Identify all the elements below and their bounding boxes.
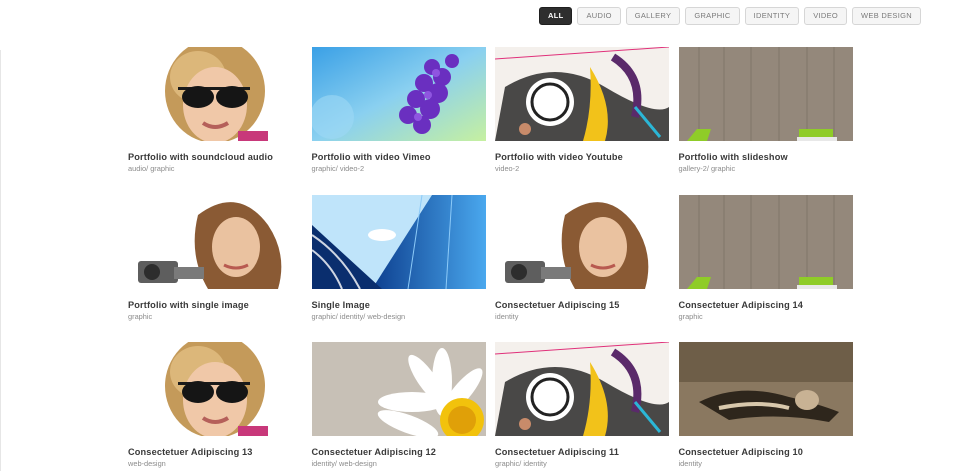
- portfolio-item-title[interactable]: Single Image: [312, 300, 486, 310]
- wood-wall-chairs-photo[interactable]: [678, 194, 853, 289]
- portfolio-item[interactable]: Portfolio with video Youtube video-2: [495, 47, 669, 195]
- portfolio-item-title[interactable]: Consectetuer Adipiscing 15: [495, 300, 669, 310]
- filter-audio-button[interactable]: AUDIO: [577, 7, 621, 25]
- filter-web-design-button[interactable]: WEB DESIGN: [852, 7, 921, 25]
- portfolio-item-categories: identity/ web-design: [311, 459, 377, 468]
- portfolio-item-title[interactable]: Consectetuer Adipiscing 10: [679, 447, 853, 457]
- portfolio-item-title[interactable]: Consectetuer Adipiscing 14: [679, 300, 853, 310]
- woman-sunglasses-photo[interactable]: [128, 342, 302, 436]
- daisy-photo[interactable]: [311, 342, 486, 436]
- portfolio-item-title[interactable]: Portfolio with soundcloud audio: [128, 152, 302, 162]
- portfolio-item-categories: graphic/ identity: [495, 459, 547, 468]
- portfolio-item[interactable]: Portfolio with single image graphic: [128, 194, 302, 343]
- glass-building-photo[interactable]: [311, 194, 486, 289]
- portfolio-item-title[interactable]: Portfolio with video Vimeo: [312, 152, 486, 162]
- portfolio-item[interactable]: Consectetuer Adipiscing 15 identity: [495, 194, 669, 343]
- abstract-collage-art[interactable]: [495, 342, 669, 436]
- portfolio-item-categories: graphic: [678, 311, 703, 321]
- portfolio-item-categories: web-design: [128, 459, 166, 468]
- portfolio-item[interactable]: Single Image graphic/ identity/ web-desig…: [311, 194, 486, 343]
- abstract-collage-art[interactable]: [495, 47, 669, 141]
- portfolio-item-categories: identity: [495, 311, 519, 321]
- portfolio-item-title[interactable]: Consectetuer Adipiscing 13: [128, 447, 302, 457]
- page-left-border: [0, 50, 1, 471]
- portfolio-item-title[interactable]: Consectetuer Adipiscing 11: [495, 447, 669, 457]
- wood-wall-chairs-photo[interactable]: [678, 47, 853, 141]
- portfolio-item[interactable]: Portfolio with soundcloud audio audio/ gr…: [128, 47, 302, 195]
- portfolio-item-categories: graphic/ video-2: [311, 164, 365, 173]
- portfolio-item[interactable]: Consectetuer Adipiscing 11 graphic/ ident…: [495, 342, 669, 471]
- purple-flowers-photo[interactable]: [311, 47, 486, 141]
- portfolio-item[interactable]: Consectetuer Adipiscing 12 identity/ web-…: [311, 342, 486, 471]
- portfolio-item-title[interactable]: Portfolio with video Youtube: [495, 152, 669, 162]
- portfolio-item-title[interactable]: Portfolio with slideshow: [679, 152, 853, 162]
- portfolio-item-categories: video-2: [495, 164, 520, 173]
- woman-sunglasses-photo[interactable]: [128, 47, 302, 141]
- portfolio-grid: Portfolio with soundcloud audio audio/ gr…: [128, 47, 853, 471]
- portfolio-item[interactable]: Consectetuer Adipiscing 13 web-design: [128, 342, 302, 471]
- woman-camera-photo[interactable]: [128, 194, 302, 289]
- portfolio-item-title[interactable]: Portfolio with single image: [128, 300, 302, 310]
- portfolio-item-categories: identity: [678, 459, 702, 468]
- portfolio-item[interactable]: Consectetuer Adipiscing 14 graphic: [678, 194, 853, 343]
- portfolio-item-categories: audio/ graphic: [128, 164, 175, 173]
- filter-video-button[interactable]: VIDEO: [804, 7, 848, 25]
- portfolio-item-title[interactable]: Consectetuer Adipiscing 12: [312, 447, 486, 457]
- portfolio-item[interactable]: Portfolio with slideshow gallery-2/ graph…: [678, 47, 853, 195]
- portfolio-filter-bar: ALL AUDIO GALLERY GRAPHIC IDENTITY VIDEO…: [539, 7, 921, 25]
- portfolio-item[interactable]: Portfolio with video Vimeo graphic/ video…: [311, 47, 486, 195]
- portfolio-item[interactable]: Consectetuer Adipiscing 10 identity: [678, 342, 853, 471]
- portfolio-item-categories: graphic/ identity/ web-design: [311, 311, 406, 321]
- filter-gallery-button[interactable]: GALLERY: [625, 7, 681, 25]
- portfolio-item-categories: graphic: [128, 311, 153, 321]
- sepia-woman-lying-photo[interactable]: [678, 342, 853, 436]
- woman-camera-photo[interactable]: [495, 194, 669, 289]
- filter-graphic-button[interactable]: GRAPHIC: [685, 7, 740, 25]
- portfolio-item-categories: gallery-2/ graphic: [678, 164, 736, 173]
- filter-identity-button[interactable]: IDENTITY: [744, 7, 800, 25]
- filter-all-button[interactable]: ALL: [539, 7, 573, 25]
